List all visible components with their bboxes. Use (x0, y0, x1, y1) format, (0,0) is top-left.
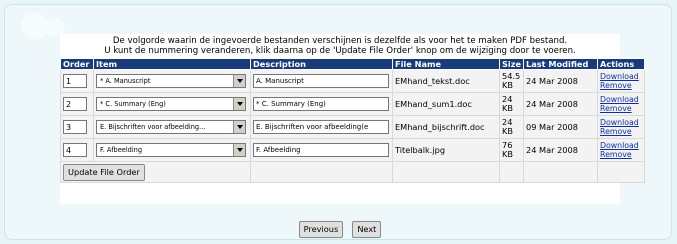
column-header-actions: Actions (597, 58, 645, 70)
remove-link[interactable]: Remove (600, 104, 642, 113)
table-row: * A. Manuscript EMhand_tekst.doc 54.5KB … (60, 69, 645, 93)
item-cell: E. Bijschriften voor afbeelding... (93, 115, 251, 139)
table-row: * C. Summary (Eng) EMhand_sum1.doc 24KB … (60, 92, 645, 116)
description-input[interactable] (253, 143, 389, 157)
description-input[interactable] (253, 97, 389, 111)
empty-cell (499, 161, 524, 183)
page-frame: De volgorde waarin de ingevoerde bestand… (4, 4, 672, 240)
chevron-down-icon[interactable] (233, 121, 245, 133)
order-input[interactable] (63, 97, 87, 111)
item-select[interactable]: * A. Manuscript (96, 74, 246, 88)
size-cell: 76 KB (499, 138, 524, 162)
update-file-order-button[interactable]: Update File Order (63, 163, 145, 181)
column-header-order: Order (60, 58, 94, 70)
last-modified-cell: 24 Mar 2008 (523, 138, 598, 162)
size-unit: KB (502, 149, 513, 159)
actions-cell: Download Remove (597, 115, 645, 139)
column-header-last-modified: Last Modified (523, 58, 598, 70)
table-row: E. Bijschriften voor afbeelding... EMhan… (60, 115, 645, 139)
size-unit: KB (502, 103, 513, 113)
item-select[interactable]: F. Afbeelding (96, 143, 246, 157)
size-unit: KB (502, 80, 513, 90)
empty-cell (523, 161, 598, 183)
description-cell (250, 69, 393, 93)
empty-cell (597, 161, 645, 183)
column-header-file-name: File Name (392, 58, 500, 70)
column-header-description: Description (250, 58, 393, 70)
previous-button[interactable]: Previous (298, 221, 344, 238)
file-name-cell: Titelbalk.jpg (392, 138, 500, 162)
empty-cell (392, 161, 500, 183)
actions-cell: Download Remove (597, 69, 645, 93)
file-name-cell: EMhand_sum1.doc (392, 92, 500, 116)
order-cell (60, 69, 94, 93)
update-order-cell: Update File Order (60, 161, 251, 183)
column-header-item: Item (93, 58, 251, 70)
table-row: F. Afbeelding Titelbalk.jpg 76KB 24 Mar … (60, 138, 645, 162)
table-footer-row: Update File Order (60, 161, 645, 183)
item-select-value: E. Bijschriften voor afbeelding... (100, 123, 206, 131)
chevron-down-icon[interactable] (233, 98, 245, 110)
empty-cell (250, 161, 393, 183)
column-header-size: Size (499, 58, 524, 70)
item-cell: * C. Summary (Eng) (93, 92, 251, 116)
file-order-panel: De volgorde waarin de ingevoerde bestand… (60, 34, 645, 238)
item-cell: * A. Manuscript (93, 69, 251, 93)
last-modified-cell: 09 Mar 2008 (523, 115, 598, 139)
order-cell (60, 92, 94, 116)
remove-link[interactable]: Remove (600, 150, 642, 159)
instructions-line-1: De volgorde waarin de ingevoerde bestand… (112, 36, 568, 46)
item-cell: F. Afbeelding (93, 138, 251, 162)
order-cell (60, 115, 94, 139)
remove-link[interactable]: Remove (600, 81, 642, 90)
item-select[interactable]: E. Bijschriften voor afbeelding... (96, 120, 246, 134)
actions-cell: Download Remove (597, 138, 645, 162)
item-select-value: F. Afbeelding (100, 146, 143, 154)
description-cell (250, 115, 393, 139)
size-cell: 54.5 KB (499, 69, 524, 93)
description-cell (250, 92, 393, 116)
download-link[interactable]: Download (600, 141, 642, 150)
order-cell (60, 138, 94, 162)
download-link[interactable]: Download (600, 95, 642, 104)
last-modified-cell: 24 Mar 2008 (523, 92, 598, 116)
chevron-down-icon[interactable] (233, 144, 245, 156)
description-cell (250, 138, 393, 162)
item-select[interactable]: * C. Summary (Eng) (96, 97, 246, 111)
order-input[interactable] (63, 74, 87, 88)
file-name-cell: EMhand_tekst.doc (392, 69, 500, 93)
last-modified-cell: 24 Mar 2008 (523, 69, 598, 93)
remove-link[interactable]: Remove (600, 127, 642, 136)
next-button[interactable]: Next (352, 221, 382, 238)
order-input[interactable] (63, 143, 87, 157)
item-select-value: * A. Manuscript (100, 77, 151, 85)
description-input[interactable] (253, 74, 389, 88)
instructions-notice: De volgorde waarin de ingevoerde bestand… (60, 36, 620, 56)
download-link[interactable]: Download (600, 72, 642, 81)
actions-cell: Download Remove (597, 92, 645, 116)
pagination-nav: Previous Next (60, 217, 620, 238)
order-input[interactable] (63, 120, 87, 134)
description-input[interactable] (253, 120, 389, 134)
files-table: Order Item Description File Name Size La… (60, 58, 645, 183)
file-name-cell: EMhand_bijschrift.doc (392, 115, 500, 139)
item-select-value: * C. Summary (Eng) (100, 100, 166, 108)
size-cell: 24 KB (499, 92, 524, 116)
instructions-line-2: U kunt de nummering veranderen, klik daa… (104, 46, 576, 56)
chevron-down-icon[interactable] (233, 75, 245, 87)
size-cell: 24 KB (499, 115, 524, 139)
download-link[interactable]: Download (600, 118, 642, 127)
size-unit: KB (502, 126, 513, 136)
table-header-row: Order Item Description File Name Size La… (60, 58, 645, 70)
